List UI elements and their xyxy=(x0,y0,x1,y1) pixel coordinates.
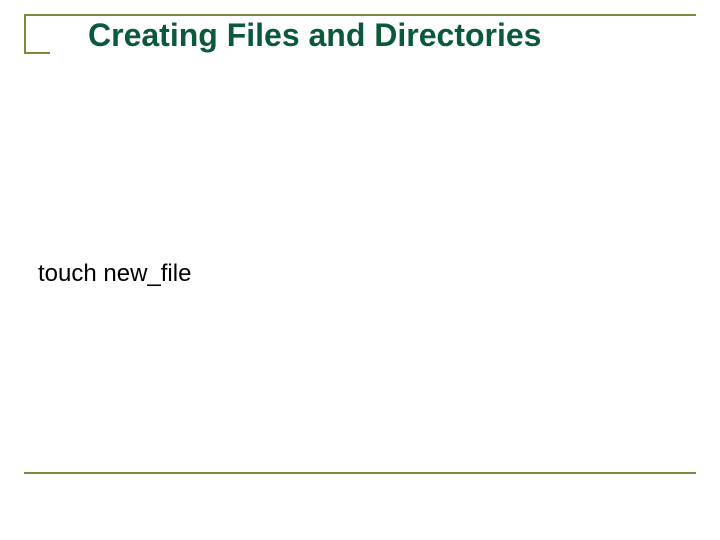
bottom-rule-decoration xyxy=(24,472,696,474)
slide: Creating Files and Directories touch new… xyxy=(0,0,720,540)
slide-body-text: touch new_file xyxy=(38,260,191,288)
slide-title: Creating Files and Directories xyxy=(88,16,680,54)
top-corner-decoration xyxy=(24,14,50,54)
